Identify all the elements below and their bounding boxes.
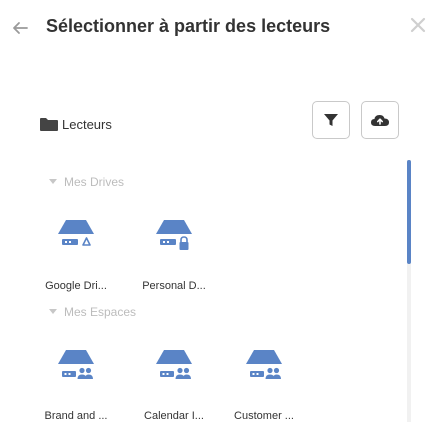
shared-drive-people-icon xyxy=(156,350,192,379)
drive-item[interactable]: Personal D... xyxy=(132,218,216,302)
shared-drive-locked-icon xyxy=(156,220,192,250)
cloud-upload-icon xyxy=(371,115,389,126)
close-icon[interactable] xyxy=(410,17,426,33)
section-heading: Mes Drives xyxy=(64,175,125,189)
filter-icon xyxy=(324,114,338,126)
section-heading: Mes Espaces xyxy=(64,305,137,319)
upload-button[interactable] xyxy=(361,101,399,139)
drive-item-label: Brand and ... xyxy=(44,410,108,422)
dialog-header: Sélectionner à partir des lecteurs xyxy=(0,0,436,56)
caret-down-icon xyxy=(49,309,57,314)
scrollbar-thumb[interactable] xyxy=(407,160,411,264)
caret-down-icon xyxy=(49,179,57,184)
filter-button[interactable] xyxy=(312,101,350,139)
drive-item-label: Personal D... xyxy=(142,280,206,292)
drive-item[interactable]: Customer ... xyxy=(222,348,306,432)
drive-item[interactable]: Google Dri... xyxy=(34,218,118,302)
back-arrow-icon[interactable] xyxy=(11,19,29,37)
drive-item-label: Google Dri... xyxy=(45,280,107,292)
dialog-title: Sélectionner à partir des lecteurs xyxy=(46,16,331,36)
drive-item[interactable]: Brand and ... xyxy=(34,348,118,432)
breadcrumb-label: Lecteurs xyxy=(62,116,112,132)
section-header-mes-drives[interactable]: Mes Drives xyxy=(49,174,124,190)
shared-drive-people-icon xyxy=(246,350,282,379)
drive-item[interactable]: Calendar I... xyxy=(132,348,216,432)
shared-drive-google-icon xyxy=(58,220,94,246)
toolbar: Lecteurs xyxy=(0,96,436,144)
drive-item-label: Calendar I... xyxy=(144,410,204,422)
folder-icon xyxy=(40,118,58,131)
shared-drive-people-icon xyxy=(58,350,94,379)
drive-item-label: Customer ... xyxy=(234,410,294,422)
section-header-mes-espaces[interactable]: Mes Espaces xyxy=(49,304,136,320)
breadcrumb[interactable]: Lecteurs xyxy=(40,114,112,134)
